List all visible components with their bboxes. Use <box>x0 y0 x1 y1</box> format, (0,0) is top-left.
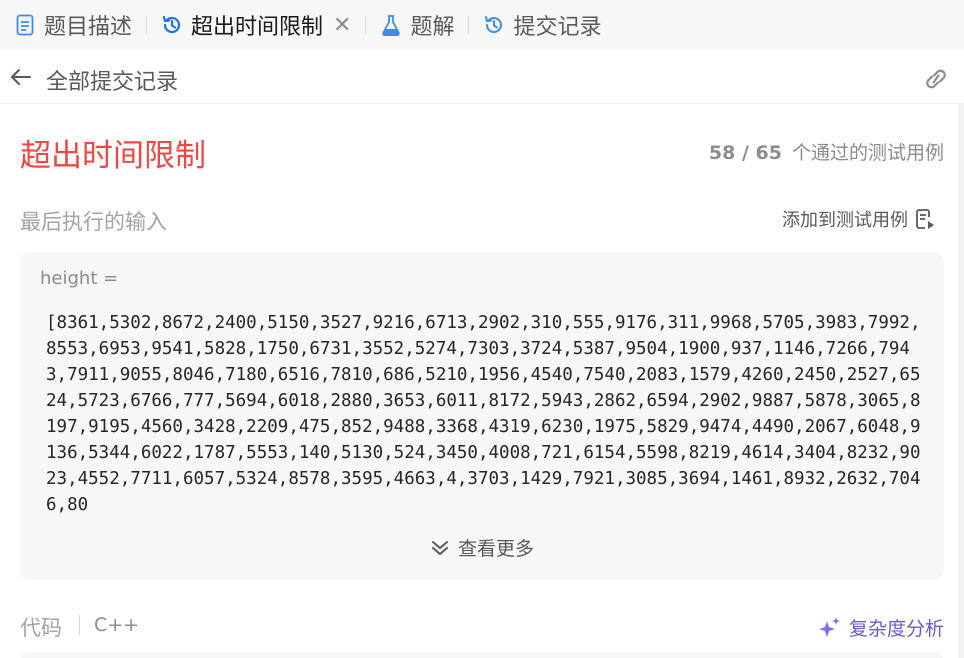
flask-icon <box>380 14 402 36</box>
tab-label: 题解 <box>410 15 455 40</box>
passed-testcases: 58 / 65 个通过的测试用例 <box>709 138 944 165</box>
complexity-analysis-button[interactable]: 复杂度分析 <box>817 614 944 641</box>
document-icon <box>14 14 36 36</box>
tab-description[interactable]: 题目描述 <box>14 0 132 50</box>
code-editor-top <box>20 652 944 658</box>
back-arrow-icon[interactable] <box>8 64 34 90</box>
passed-count: 58 / 65 <box>708 142 782 164</box>
tab-label: 超出时间限制 <box>191 15 324 40</box>
tab-solutions[interactable]: 题解 <box>380 0 454 50</box>
code-language: C++ <box>94 614 140 636</box>
tab-submissions[interactable]: 提交记录 <box>483 0 602 50</box>
complexity-analysis-label: 复杂度分析 <box>848 618 944 640</box>
tab-divider <box>468 16 470 34</box>
add-testcase-icon <box>914 208 936 230</box>
add-to-testcase-button[interactable]: 添加到测试用例 <box>782 206 936 232</box>
see-more-label: 查看更多 <box>458 538 535 560</box>
tab-label: 题目描述 <box>44 15 133 40</box>
tab-submission-result[interactable]: 超出时间限制 ✕ <box>161 0 351 50</box>
all-submissions-link[interactable]: 全部提交记录 <box>46 64 178 96</box>
tab-divider <box>365 16 367 34</box>
input-variable-name: height = <box>40 268 119 289</box>
code-divider <box>79 615 80 635</box>
link-icon[interactable] <box>921 65 951 93</box>
tab-label: 提交记录 <box>513 15 602 40</box>
history-icon <box>483 14 505 36</box>
result-status: 超出时间限制 <box>20 138 206 174</box>
last-input-box: height = [8361,5302,8672,2400,5150,3527,… <box>20 252 944 580</box>
code-label: 代码 <box>20 616 62 640</box>
tab-bar: 题目描述 超出时间限制 ✕ 题解 提交记录 <box>0 0 964 50</box>
see-more-button[interactable]: 查看更多 <box>430 534 534 561</box>
tab-divider <box>146 16 148 34</box>
scrollbar-track[interactable] <box>958 104 964 658</box>
sparkle-icon <box>817 615 843 641</box>
history-icon <box>161 14 183 36</box>
add-to-testcase-label: 添加到测试用例 <box>782 210 908 231</box>
last-input-label: 最后执行的输入 <box>20 210 167 234</box>
input-variable-value: [8361,5302,8672,2400,5150,3527,9216,6713… <box>46 313 921 515</box>
close-icon[interactable]: ✕ <box>333 13 351 38</box>
submission-subheader: 全部提交记录 <box>0 52 964 104</box>
passed-suffix: 个通过的测试用例 <box>791 142 944 164</box>
double-chevron-down-icon <box>430 538 450 558</box>
